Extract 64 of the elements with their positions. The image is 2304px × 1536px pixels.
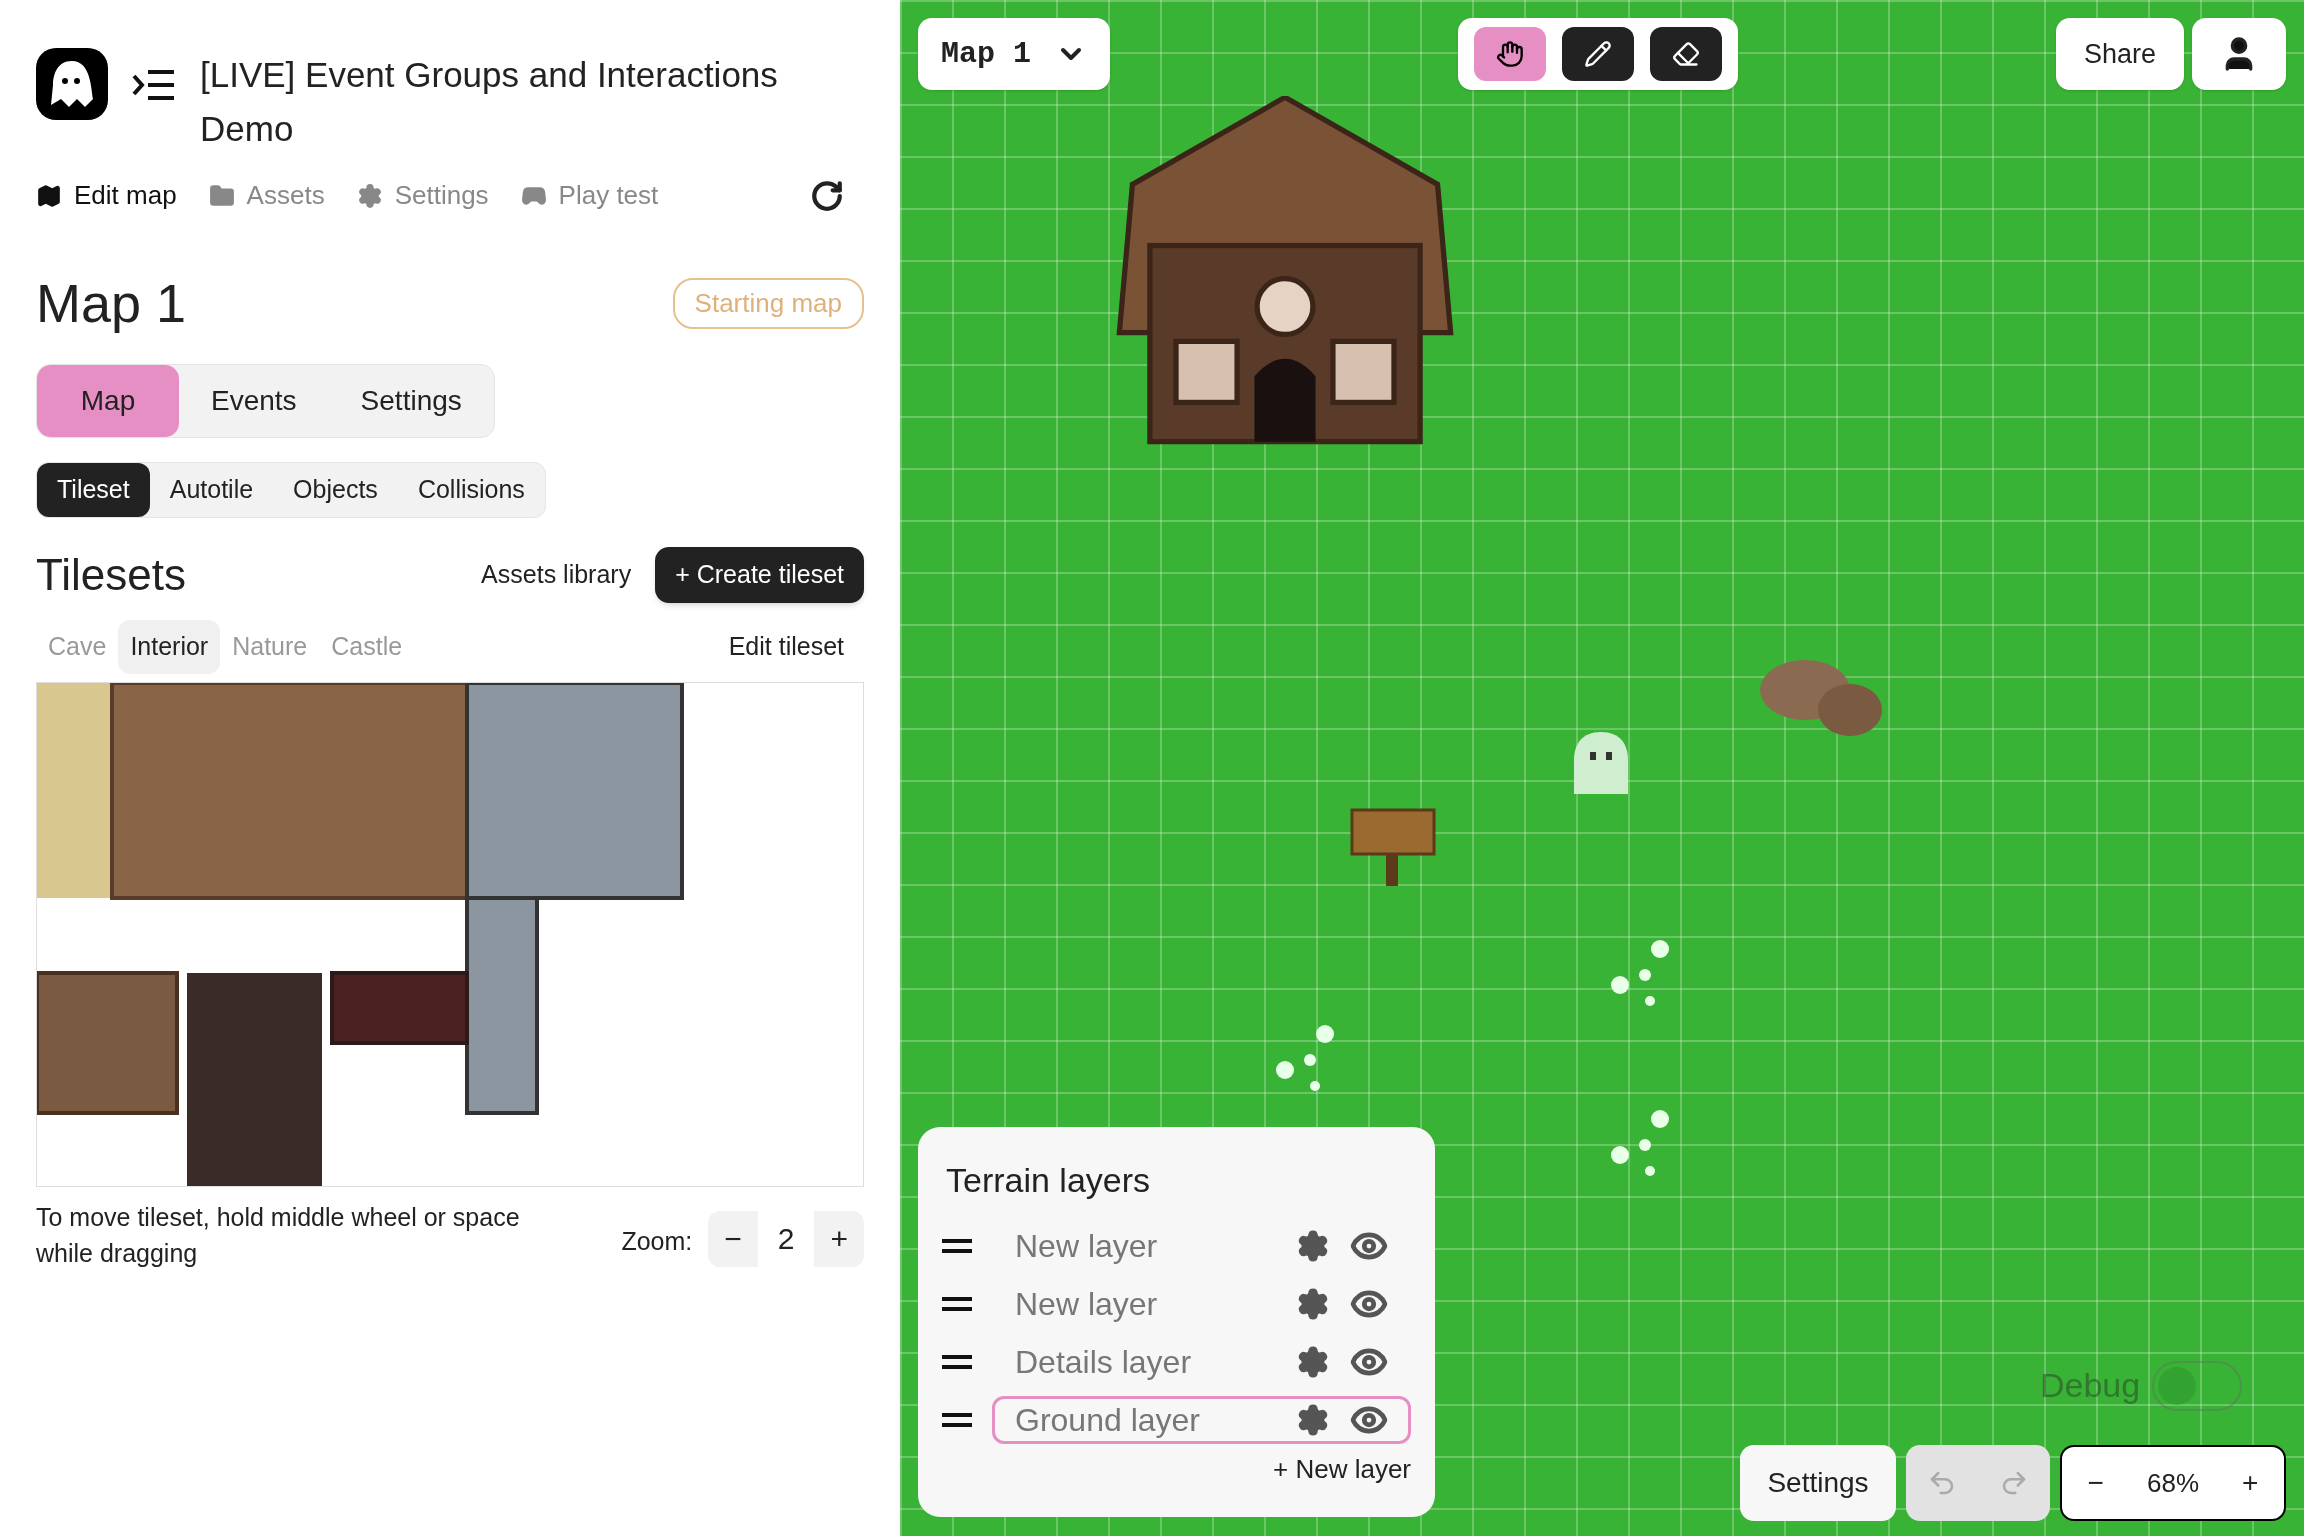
settings-icon[interactable]: [1296, 1229, 1330, 1263]
zoom-in-button[interactable]: +: [814, 1216, 864, 1261]
edit-tileset-button[interactable]: Edit tileset: [728, 628, 844, 666]
layer-name: New layer: [1015, 1285, 1158, 1324]
project-title: [LIVE] Event Groups and Interactions Demo: [200, 54, 779, 150]
zoom-value: 2: [757, 1210, 815, 1267]
assets-library-link[interactable]: Assets library: [481, 556, 632, 594]
share-button[interactable]: Share: [2056, 18, 2184, 90]
new-layer-button[interactable]: + New layer: [1273, 1450, 1411, 1489]
debug-label: Debug: [2040, 1365, 2141, 1406]
nav-link[interactable]: Assets: [208, 176, 325, 215]
tab[interactable]: Events: [179, 365, 329, 437]
menu-icon[interactable]: [132, 68, 176, 102]
tool-button[interactable]: [1474, 27, 1546, 81]
ghost-logo-icon: [36, 48, 108, 120]
zoom-value: 68%: [2146, 1466, 2199, 1500]
tilesets-heading: Tilesets: [36, 549, 186, 601]
map-icon: [36, 182, 62, 209]
eraser-icon: [1672, 40, 1700, 68]
zoom-in-button[interactable]: +: [2234, 1462, 2267, 1504]
profile-button[interactable]: [2192, 18, 2286, 90]
map-canvas[interactable]: Map 1 Share Terrain layers New layer New layer Details layer Ground layer + New layer Debug Settings − 68% +: [900, 0, 2304, 1536]
folder-icon: [208, 182, 235, 209]
gear-icon: [356, 182, 383, 209]
layer-row[interactable]: Details layer: [992, 1338, 1411, 1386]
tool-button[interactable]: [1562, 27, 1634, 81]
layer-name: Details layer: [1015, 1343, 1192, 1382]
settings-icon[interactable]: [1296, 1403, 1330, 1437]
nav-link[interactable]: Settings: [356, 176, 489, 215]
layer-name: New layer: [1015, 1227, 1158, 1266]
layer-row[interactable]: New layer: [992, 1222, 1411, 1270]
map-selector[interactable]: Map 1: [918, 18, 1110, 90]
layer-name: Ground layer: [1015, 1401, 1200, 1440]
mode-tab[interactable]: Objects: [273, 463, 398, 517]
hand-icon: [1496, 40, 1524, 68]
layer-row[interactable]: New layer: [992, 1280, 1411, 1328]
pencil-icon: [1584, 40, 1612, 68]
drag-handle-icon[interactable]: [942, 1239, 972, 1253]
mode-tab[interactable]: Collisions: [397, 463, 545, 517]
drag-handle-icon[interactable]: [942, 1413, 972, 1427]
nav-link[interactable]: Play test: [520, 176, 659, 215]
settings-icon[interactable]: [1296, 1287, 1330, 1321]
layer-row[interactable]: Ground layer: [992, 1396, 1411, 1444]
starting-map-badge: Starting map: [672, 278, 864, 329]
refresh-icon[interactable]: [810, 178, 844, 213]
settings-button[interactable]: Settings: [1740, 1445, 1896, 1521]
settings-icon[interactable]: [1296, 1345, 1330, 1379]
create-tileset-button[interactable]: + Create tileset: [655, 547, 864, 603]
mode-tab[interactable]: Tileset: [37, 463, 150, 517]
zoom-label: Zoom:: [621, 1225, 693, 1257]
panel-title: Terrain layers: [946, 1160, 1152, 1201]
category-tab[interactable]: Interior: [118, 620, 221, 674]
drag-handle-icon[interactable]: [942, 1355, 972, 1369]
nav-link[interactable]: Edit map: [36, 176, 177, 215]
tab[interactable]: Map: [37, 365, 179, 437]
debug-toggle[interactable]: [2152, 1360, 2243, 1411]
tab[interactable]: Settings: [328, 365, 494, 437]
zoom-out-button[interactable]: −: [708, 1216, 758, 1261]
drag-handle-icon[interactable]: [942, 1297, 972, 1311]
zoom-out-button[interactable]: −: [2079, 1462, 2112, 1504]
tool-button[interactable]: [1650, 27, 1722, 81]
mode-tab[interactable]: Autotile: [149, 463, 274, 517]
map-heading: Map 1: [36, 272, 187, 335]
help-text: To move tileset, hold middle wheel or space while dragging: [36, 1201, 521, 1269]
